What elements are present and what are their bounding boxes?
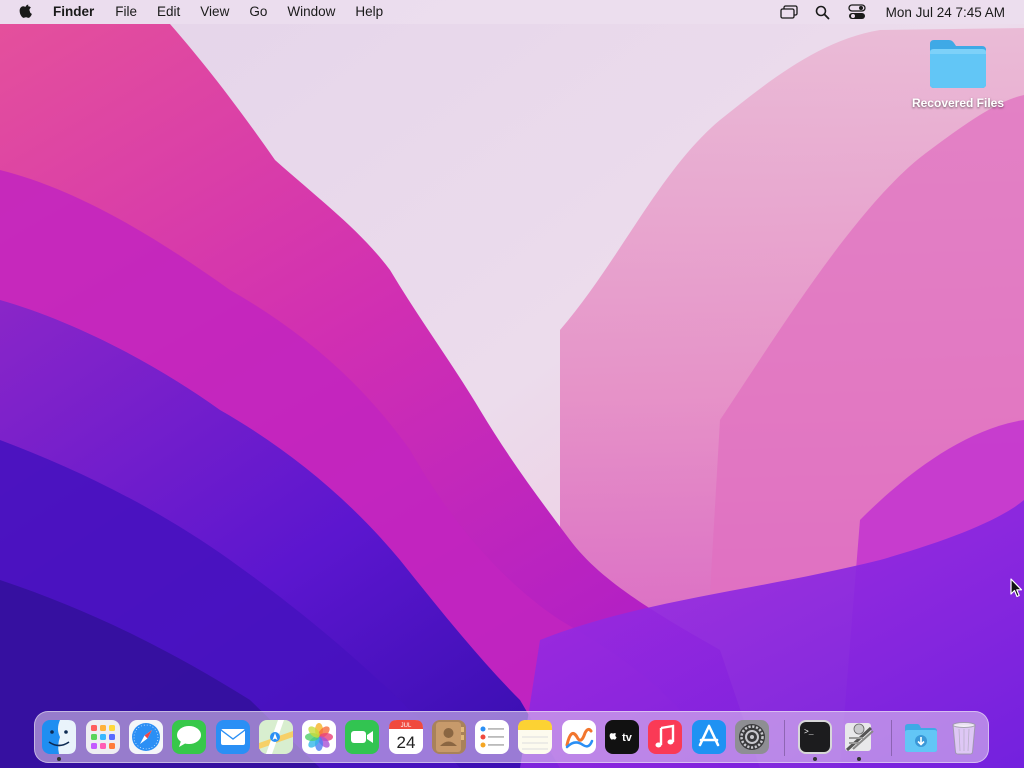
launchpad-icon — [86, 720, 120, 754]
desktop-item-label: Recovered Files — [911, 96, 1005, 110]
maps-icon — [259, 720, 293, 754]
freeform-icon — [562, 720, 596, 754]
music-icon — [648, 720, 682, 754]
menu-bar-clock[interactable]: Mon Jul 24 7:45 AM — [886, 5, 1005, 20]
downloads-folder-icon — [905, 724, 937, 752]
dock-tv[interactable]: tv — [604, 719, 640, 755]
menu-bar: Finder File Edit View Go Window Help Mon… — [0, 0, 1024, 24]
calendar-month: JUL — [401, 723, 412, 729]
dock-mail[interactable] — [215, 719, 251, 755]
messages-icon — [172, 720, 206, 754]
dock-contacts[interactable] — [431, 719, 467, 755]
calendar-icon: JUL 24 — [389, 720, 423, 754]
menu-edit[interactable]: Edit — [147, 0, 190, 24]
contacts-icon — [432, 720, 466, 754]
running-indicator — [857, 757, 861, 761]
dock-photos[interactable] — [301, 719, 337, 755]
menu-view[interactable]: View — [190, 0, 239, 24]
menu-app-name[interactable]: Finder — [53, 0, 105, 24]
dock-app-store[interactable] — [691, 719, 727, 755]
dock-separator — [891, 720, 892, 756]
apple-menu-icon[interactable] — [19, 4, 33, 20]
screen-mirroring-icon[interactable] — [778, 1, 800, 23]
dock-notes[interactable] — [517, 719, 553, 755]
reminders-icon — [475, 720, 509, 754]
menu-file[interactable]: File — [105, 0, 147, 24]
system-settings-icon — [735, 720, 769, 754]
mail-icon — [216, 720, 250, 754]
mouse-pointer-icon — [1010, 578, 1023, 598]
finder-icon — [42, 720, 76, 754]
calendar-day: 24 — [397, 733, 416, 752]
tv-label: tv — [622, 732, 633, 744]
apple-tv-icon: tv — [605, 720, 639, 754]
dock-safari[interactable] — [128, 719, 164, 755]
trash-icon — [952, 722, 976, 755]
safari-icon — [129, 720, 163, 754]
menu-window[interactable]: Window — [277, 0, 345, 24]
dock-script-editor[interactable] — [841, 719, 877, 755]
dock-launchpad[interactable] — [85, 719, 121, 755]
dock-downloads[interactable] — [903, 719, 939, 755]
control-center-icon[interactable] — [846, 1, 868, 23]
photos-icon — [302, 720, 336, 754]
dock-facetime[interactable] — [344, 719, 380, 755]
dock-system-settings[interactable] — [734, 719, 770, 755]
dock: JUL 24 tv >_ — [34, 711, 989, 763]
running-indicator — [813, 757, 817, 761]
desktop-folder-recovered-files[interactable]: Recovered Files — [902, 36, 1014, 110]
menu-help[interactable]: Help — [345, 0, 393, 24]
dock-messages[interactable] — [171, 719, 207, 755]
facetime-icon — [345, 720, 379, 754]
desktop-wallpaper — [0, 0, 1024, 768]
script-editor-icon — [845, 723, 874, 752]
dock-terminal[interactable]: >_ — [797, 719, 833, 755]
dock-music[interactable] — [647, 719, 683, 755]
menu-go[interactable]: Go — [239, 0, 277, 24]
terminal-prompt: >_ — [804, 728, 814, 737]
dock-maps[interactable] — [258, 719, 294, 755]
dock-freeform[interactable] — [561, 719, 597, 755]
dock-separator — [784, 720, 785, 756]
app-store-icon — [692, 720, 726, 754]
dock-reminders[interactable] — [474, 719, 510, 755]
spotlight-search-icon[interactable] — [812, 1, 834, 23]
dock-trash[interactable] — [946, 719, 982, 755]
dock-calendar[interactable]: JUL 24 — [388, 719, 424, 755]
notes-icon — [518, 720, 552, 754]
dock-finder[interactable] — [41, 719, 77, 755]
terminal-icon: >_ — [798, 720, 832, 754]
folder-icon — [930, 40, 986, 88]
running-indicator — [57, 757, 61, 761]
